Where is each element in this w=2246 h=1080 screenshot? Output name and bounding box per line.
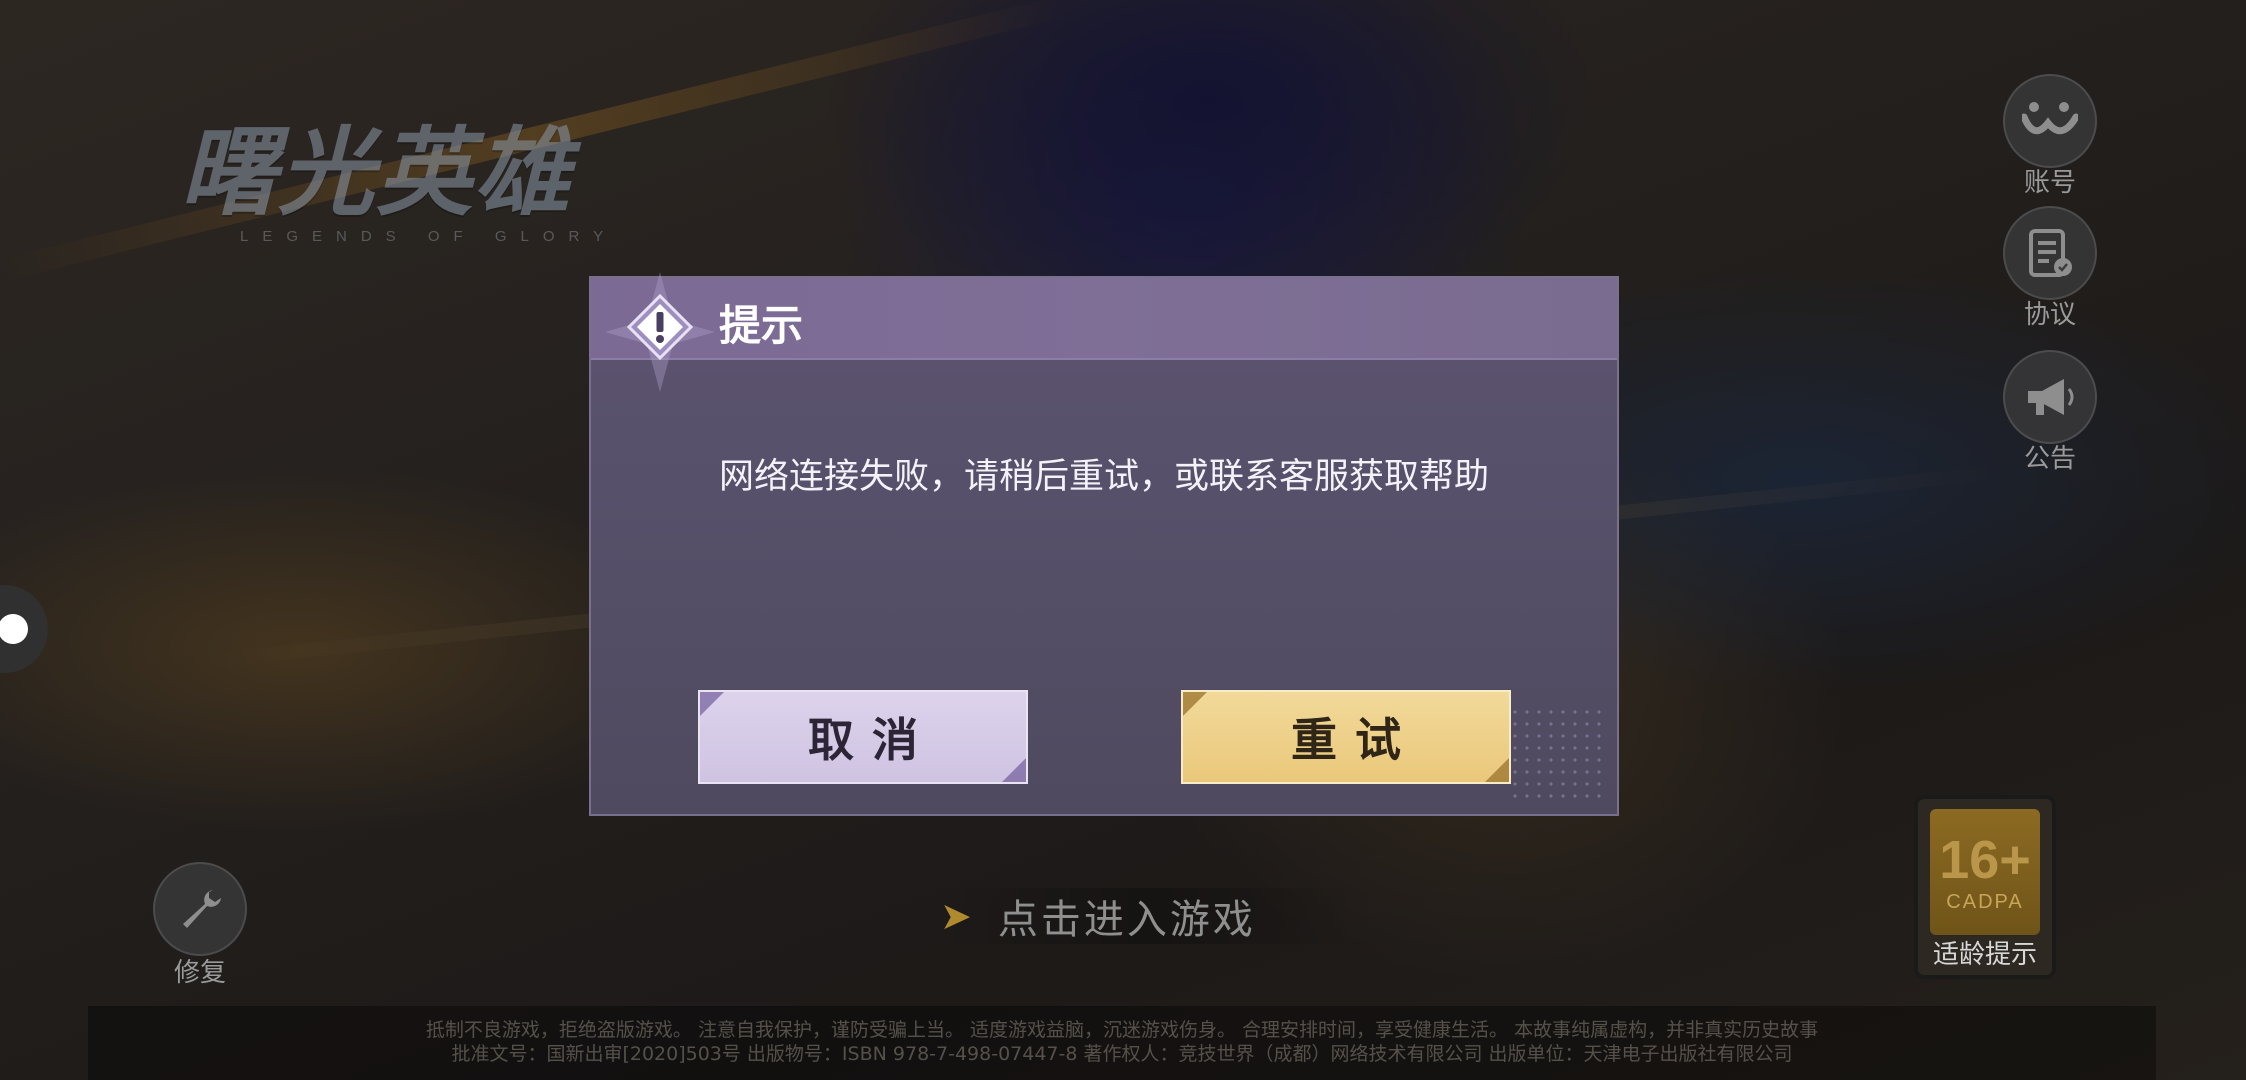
retry-button[interactable]: 重试 [1181, 690, 1511, 784]
agreement-button[interactable]: 协议 [2003, 206, 2097, 331]
account-icon [2003, 74, 2097, 168]
age-rating-number: 16+ [1939, 830, 2031, 890]
enter-game-label: 点击进入游戏 [997, 897, 1256, 943]
age-rating-badge[interactable]: 16+ CADPA 适龄提示 [1914, 795, 2056, 979]
repair-button[interactable]: 修复 [153, 862, 247, 989]
dialog-message: 网络连接失败，请稍后重试，或联系客服获取帮助 [718, 457, 1489, 497]
announcement-button[interactable]: 公告 [2003, 350, 2097, 475]
retry-button-label: 重试 [1291, 713, 1419, 767]
legal-footer: 抵制不良游戏，拒绝盗版游戏。 注意自我保护，谨防受骗上当。 适度游戏益脑，沉迷游… [88, 1006, 2156, 1080]
megaphone-icon [2003, 350, 2097, 444]
floating-dot-icon [0, 614, 28, 644]
game-logo: 曙光英雄 LEGENDS OF GLORY [180, 95, 617, 245]
age-rating-emblem: 16+ CADPA [1930, 809, 2040, 935]
agreement-icon [2003, 206, 2097, 300]
agreement-label: 协议 [2023, 300, 2076, 330]
legal-line-2: 批准文号：国新出审[2020]503号 出版物号：ISBN 978-7-498-… [451, 1043, 1793, 1065]
cancel-button[interactable]: 取消 [698, 690, 1028, 784]
age-rating-label: 适龄提示 [1932, 940, 2037, 970]
repair-label: 修复 [173, 958, 226, 988]
age-rating-org: CADPA [1946, 891, 2024, 913]
alert-dialog: 提示 网络连接失败，请稍后重试，或联系客服获取帮助 取消 重试 [589, 272, 1619, 816]
logo-subtitle: LEGENDS OF GLORY [240, 228, 618, 245]
announcement-label: 公告 [2023, 444, 2076, 474]
decorative-dots [1509, 706, 1609, 806]
dialog-title: 提示 [719, 301, 804, 350]
wrench-icon [153, 862, 247, 956]
cancel-button-label: 取消 [808, 713, 936, 767]
logo-title: 曙光英雄 [180, 116, 572, 229]
legal-line-1: 抵制不良游戏，拒绝盗版游戏。 注意自我保护，谨防受骗上当。 适度游戏益脑，沉迷游… [425, 1019, 1819, 1041]
chevron-right-icon: ➤ [940, 894, 972, 938]
account-label: 账号 [2023, 168, 2076, 198]
enter-game-button[interactable]: ➤ 点击进入游戏 [940, 888, 1360, 944]
warning-icon [605, 272, 715, 392]
account-button[interactable]: 账号 [2003, 74, 2097, 199]
